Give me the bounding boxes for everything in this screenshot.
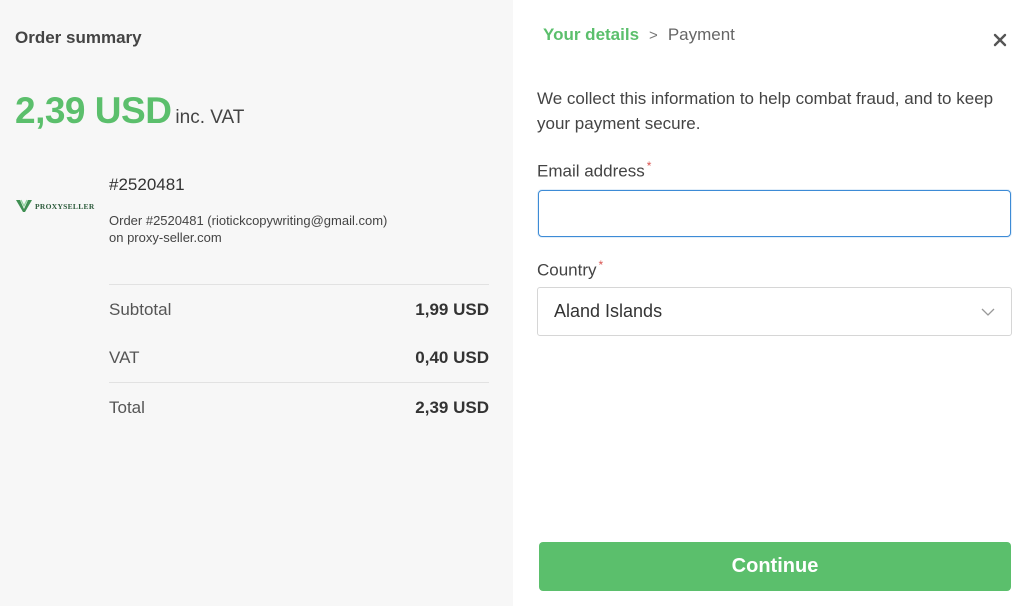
subtotal-label: Subtotal bbox=[109, 300, 172, 319]
total-value: 2,39 USD bbox=[415, 398, 489, 417]
order-number: #2520481 bbox=[109, 175, 185, 194]
proxyseller-logo-icon bbox=[16, 199, 32, 212]
order-summary-panel: Order summary 2,39 USD inc. VAT PROXYSELL… bbox=[0, 0, 513, 606]
required-marker: * bbox=[598, 258, 604, 272]
close-button[interactable] bbox=[988, 28, 1012, 52]
country-select[interactable]: Aland Islands bbox=[537, 287, 1012, 336]
divider bbox=[109, 284, 489, 285]
continue-button[interactable]: Continue bbox=[539, 542, 1011, 591]
email-label-text: Email address bbox=[537, 161, 645, 181]
breadcrumb-step-your-details[interactable]: Your details bbox=[543, 25, 639, 45]
total-label: Total bbox=[109, 398, 145, 417]
breadcrumb-step-payment: Payment bbox=[667, 25, 735, 44]
subtotal-value: 1,99 USD bbox=[415, 300, 489, 319]
order-total-display: 2,39 USD inc. VAT bbox=[15, 90, 244, 132]
country-label-text: Country bbox=[537, 260, 597, 280]
vat-row: VAT 0,40 USD bbox=[109, 334, 489, 382]
chevron-down-icon bbox=[981, 308, 995, 316]
vat-value: 0,40 USD bbox=[415, 348, 489, 367]
country-label: Country * bbox=[537, 258, 603, 281]
email-input[interactable] bbox=[538, 190, 1011, 237]
order-description-line: Order #2520481 (riotickcopywriting@gmail… bbox=[109, 213, 388, 228]
breadcrumb-separator: > bbox=[649, 26, 658, 44]
divider bbox=[109, 382, 489, 383]
order-description-line: on proxy-seller.com bbox=[109, 230, 222, 245]
close-icon bbox=[993, 33, 1007, 47]
merchant-logo: PROXYSELLER bbox=[16, 198, 96, 214]
email-label: Email address * bbox=[537, 159, 651, 182]
country-selected-value: Aland Islands bbox=[554, 301, 663, 321]
order-description: Order #2520481 (riotickcopywriting@gmail… bbox=[109, 212, 489, 246]
checkout-breadcrumb: Your details > Payment bbox=[543, 25, 735, 45]
subtotal-row: Subtotal 1,99 USD bbox=[109, 286, 489, 334]
required-marker: * bbox=[646, 159, 652, 173]
order-summary-title: Order summary bbox=[15, 28, 142, 47]
total-row: Total 2,39 USD bbox=[109, 384, 489, 432]
vat-label: VAT bbox=[109, 348, 140, 367]
order-total-vat-note: inc. VAT bbox=[175, 107, 245, 128]
intro-text: We collect this information to help comb… bbox=[537, 89, 994, 133]
merchant-logo-text: PROXYSELLER bbox=[35, 201, 95, 211]
order-total-amount: 2,39 USD bbox=[15, 90, 172, 131]
